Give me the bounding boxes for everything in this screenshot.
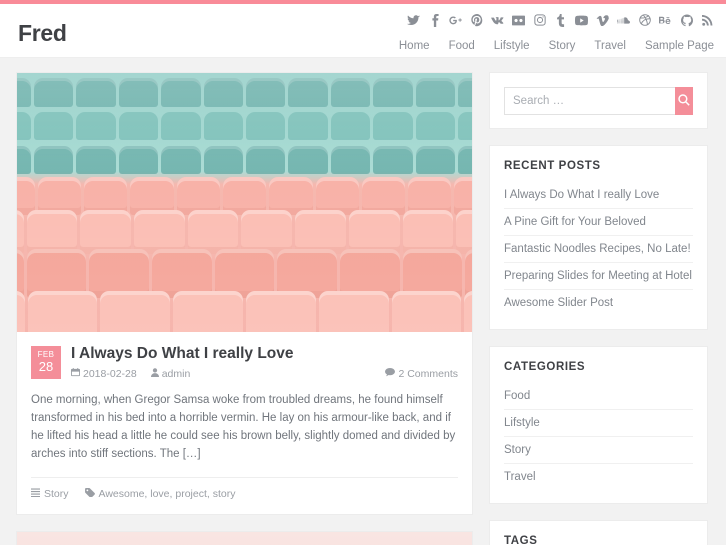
main-column: FEB 28 I Always Do What I really Love 20… — [16, 72, 473, 545]
nav-item-food[interactable]: Food — [449, 40, 475, 52]
nav-item-lifstyle[interactable]: Lifstyle — [494, 40, 530, 52]
user-icon — [150, 368, 159, 380]
widget-recent-posts: RECENT POSTS I Always Do What I really L… — [489, 145, 708, 330]
pale-pink-image — [17, 532, 472, 545]
list-item: Story — [504, 437, 693, 464]
google-plus-icon[interactable] — [449, 13, 462, 27]
page-root: Fred Home Food Lifstyle Story Travel Sam… — [0, 0, 726, 545]
github-icon[interactable] — [680, 13, 693, 27]
post-category[interactable]: Story — [31, 488, 69, 500]
post-comments-meta[interactable]: 2 Comments — [385, 368, 458, 380]
recent-post-link-3[interactable]: Fantastic Noodles Recipes, No Late! — [504, 236, 693, 262]
dribbble-icon[interactable] — [638, 13, 651, 27]
twitter-icon[interactable] — [407, 13, 420, 27]
post-date-text: 2018-02-28 — [83, 368, 137, 380]
recent-post-link-4[interactable]: Preparing Slides for Meeting at Hotel — [504, 263, 693, 289]
widget-title-categories: CATEGORIES — [504, 361, 586, 373]
list-item: Travel — [504, 464, 693, 490]
nav-item-story[interactable]: Story — [549, 40, 576, 52]
instagram-icon[interactable] — [533, 13, 546, 27]
site-header: Fred Home Food Lifstyle Story Travel Sam… — [0, 4, 726, 58]
widget-title-recent-posts: RECENT POSTS — [504, 160, 601, 172]
post-date-badge: FEB 28 — [31, 346, 61, 379]
nav-item-sample-page[interactable]: Sample Page — [645, 40, 714, 52]
categories-list: Food Lifstyle Story Travel — [504, 383, 693, 490]
flickr-icon[interactable] — [512, 13, 525, 27]
recent-post-link-2[interactable]: A Pine Gift for Your Beloved — [504, 209, 693, 235]
search-form — [504, 87, 693, 115]
post-body: FEB 28 I Always Do What I really Love 20… — [17, 332, 472, 514]
header-right: Home Food Lifstyle Story Travel Sample P… — [399, 10, 714, 54]
list-item: Lifstyle — [504, 410, 693, 437]
social-links — [399, 10, 714, 30]
tumblr-icon[interactable] — [554, 13, 567, 27]
recent-post-link-5[interactable]: Awesome Slider Post — [504, 290, 693, 316]
content-wrapper: FEB 28 I Always Do What I really Love 20… — [0, 58, 726, 545]
post-excerpt: One morning, when Gregor Samsa woke from… — [31, 394, 456, 460]
vimeo-icon[interactable] — [596, 13, 609, 27]
recent-posts-list: I Always Do What I really Love A Pine Gi… — [504, 182, 693, 316]
youtube-icon[interactable] — [575, 13, 588, 27]
category-link-lifstyle[interactable]: Lifstyle — [504, 410, 693, 436]
category-link-story[interactable]: Story — [504, 437, 693, 463]
post-author-meta: admin — [150, 368, 191, 380]
site-logo[interactable]: Fred — [18, 20, 67, 47]
post-date-meta: 2018-02-28 — [71, 368, 137, 380]
category-link-travel[interactable]: Travel — [504, 464, 693, 490]
post-category-text: Story — [44, 488, 69, 500]
vk-icon[interactable] — [491, 13, 504, 27]
post-comments-text: 2 Comments — [398, 368, 458, 380]
comment-icon — [385, 368, 396, 380]
post-footer: Story Awesome, love, project, story — [31, 477, 458, 500]
list-item: Preparing Slides for Meeting at Hotel — [504, 263, 693, 290]
category-link-food[interactable]: Food — [504, 383, 693, 409]
facebook-icon[interactable] — [428, 13, 441, 27]
list-item: Awesome Slider Post — [504, 290, 693, 316]
post-tags-text: Awesome, love, project, story — [98, 488, 236, 500]
list-item: A Pine Gift for Your Beloved — [504, 209, 693, 236]
main-navigation: Home Food Lifstyle Story Travel Sample P… — [399, 38, 714, 54]
date-badge-day: 28 — [38, 359, 54, 374]
post-tags[interactable]: Awesome, love, project, story — [84, 488, 236, 500]
recent-post-link-1[interactable]: I Always Do What I really Love — [504, 182, 693, 208]
pinterest-icon[interactable] — [470, 13, 483, 27]
search-button[interactable] — [675, 87, 693, 115]
calendar-icon — [71, 368, 80, 380]
soundcloud-icon[interactable] — [617, 13, 630, 27]
post-header: FEB 28 I Always Do What I really Love 20… — [31, 344, 458, 380]
list-icon — [31, 488, 40, 500]
post-meta: 2018-02-28 admin 2 Comments — [71, 368, 458, 380]
post-author-text: admin — [161, 368, 191, 380]
widget-search — [489, 72, 708, 129]
nav-item-home[interactable]: Home — [399, 40, 430, 52]
rss-icon[interactable] — [701, 13, 714, 27]
list-item: Food — [504, 383, 693, 410]
widget-title-tags: TAGS — [504, 535, 538, 545]
post-featured-image-next[interactable] — [17, 532, 472, 545]
search-input[interactable] — [504, 87, 675, 115]
widget-categories: CATEGORIES Food Lifstyle Story Travel — [489, 346, 708, 504]
tag-icon — [84, 488, 95, 500]
list-item: I Always Do What I really Love — [504, 182, 693, 209]
sidebar: RECENT POSTS I Always Do What I really L… — [489, 72, 708, 545]
search-icon — [678, 93, 690, 109]
post-card: FEB 28 I Always Do What I really Love 20… — [16, 72, 473, 515]
nav-item-travel[interactable]: Travel — [594, 40, 626, 52]
image-haze-overlay — [17, 73, 472, 332]
list-item: Fantastic Noodles Recipes, No Late! — [504, 236, 693, 263]
post-card-next — [16, 531, 473, 545]
post-title-block: I Always Do What I really Love 2018-02-2… — [71, 344, 458, 380]
widget-tags: TAGS Awesome best food lifestyle love oc… — [489, 520, 708, 545]
behance-icon[interactable] — [659, 13, 672, 27]
post-featured-image[interactable] — [17, 73, 472, 332]
post-title[interactable]: I Always Do What I really Love — [71, 344, 458, 363]
